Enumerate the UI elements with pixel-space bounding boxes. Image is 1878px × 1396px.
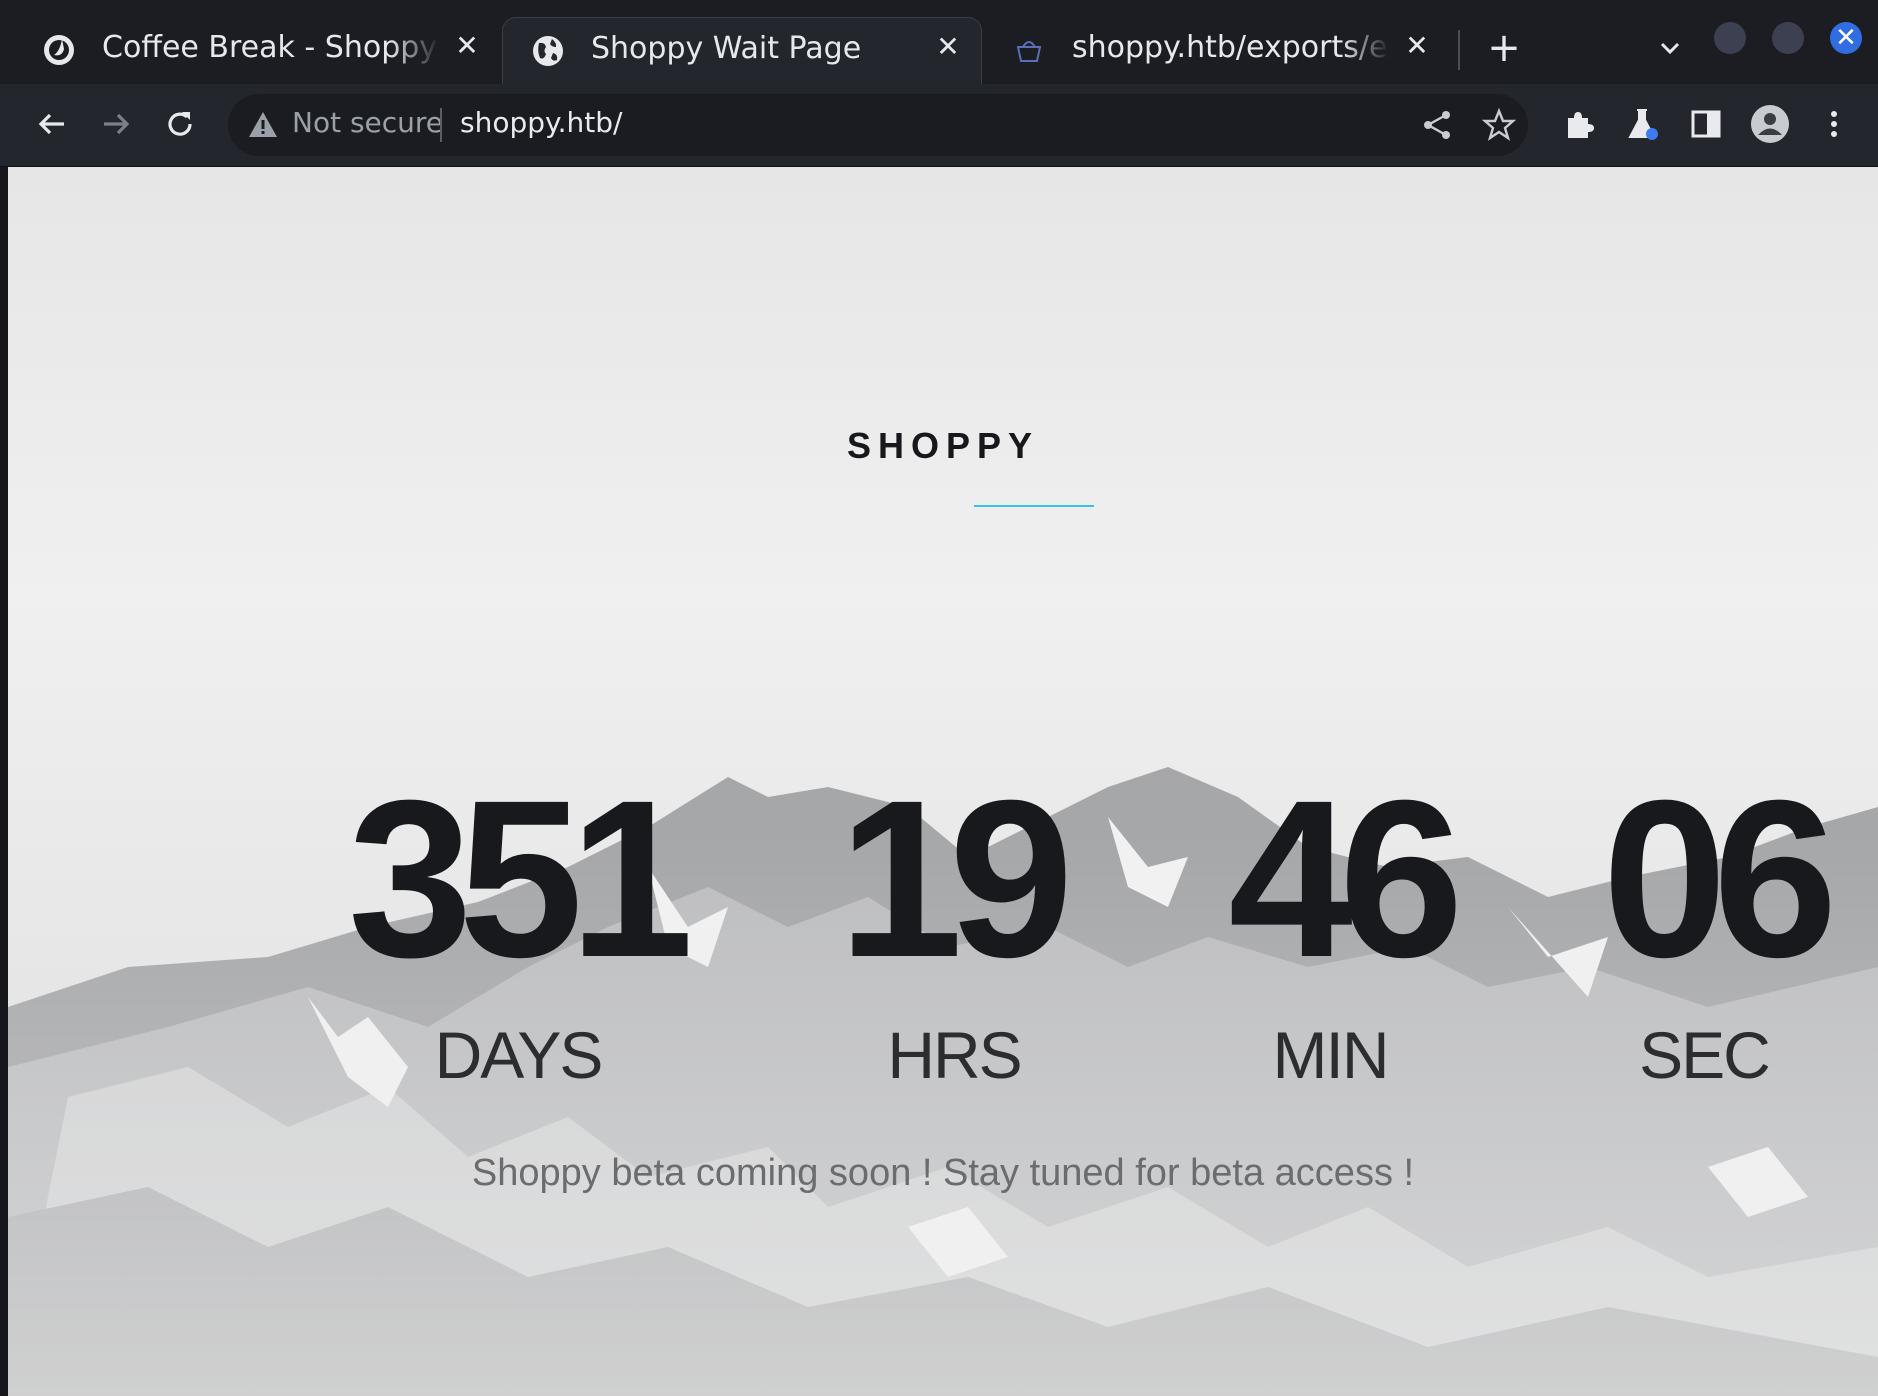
warning-icon[interactable] [246, 108, 280, 142]
profile-avatar-icon[interactable] [1750, 104, 1790, 144]
close-icon[interactable]: ✕ [933, 32, 963, 62]
labs-flask-icon[interactable] [1622, 104, 1662, 144]
countdown-seconds-label: SEC [1639, 1018, 1771, 1092]
reload-icon[interactable] [160, 104, 200, 144]
tab-separator [1458, 30, 1460, 70]
beta-tagline: Shoppy beta coming soon ! Stay tuned for… [471, 1152, 1415, 1194]
mattermost-icon [42, 33, 76, 67]
brand-title: SHOPPY [846, 425, 1040, 466]
tab-shoppy-exports[interactable]: shoppy.htb/exports/expor ✕ [984, 17, 1450, 84]
share-icon[interactable] [1418, 106, 1456, 144]
countdown-minutes-label: MIN [1272, 1018, 1390, 1092]
tab-title: Shoppy Wait Page [591, 31, 862, 66]
forward-arrow-icon[interactable] [96, 104, 136, 144]
bookmark-star-icon[interactable] [1480, 106, 1518, 144]
shoppy-favicon-icon [1012, 33, 1046, 67]
tab-title: Coffee Break - Shoppy Ma [102, 30, 440, 65]
url-text[interactable]: shoppy.htb/ [460, 106, 622, 139]
countdown-hours-label: HRS [887, 1018, 1022, 1092]
countdown-days-label: DAYS [434, 1018, 604, 1092]
close-icon[interactable]: ✕ [452, 31, 482, 61]
side-panel-icon[interactable] [1686, 104, 1726, 144]
browser-toolbar: Not secure shoppy.htb/ [0, 84, 1878, 167]
security-status[interactable]: Not secure [292, 106, 443, 139]
minimize-button[interactable] [1714, 22, 1746, 54]
chevron-down-icon[interactable] [1652, 34, 1688, 64]
countdown-minutes-value: 46 [1228, 754, 1463, 1004]
back-arrow-icon[interactable] [32, 104, 72, 144]
tab-coffee-break[interactable]: Coffee Break - Shoppy Ma ✕ [14, 17, 500, 84]
brand-underline [974, 505, 1094, 507]
countdown-hours-value: 19 [838, 754, 1073, 1004]
countdown-seconds-value: 06 [1602, 754, 1837, 1004]
tab-strip: Coffee Break - Shoppy Ma ✕ Shoppy Wait P… [0, 0, 1878, 84]
window-close-button[interactable]: ✕ [1830, 22, 1862, 54]
close-icon[interactable]: ✕ [1402, 31, 1432, 61]
countdown-days-value: 351 [348, 754, 694, 1004]
kebab-menu-icon[interactable] [1814, 104, 1854, 144]
page-viewport: SHOPPY 351 DAYS 19 HRS 46 MIN 06 SEC Sho… [8, 167, 1878, 1396]
globe-icon [531, 34, 565, 68]
tab-title: shoppy.htb/exports/expor [1072, 30, 1390, 65]
tab-shoppy-wait-page[interactable]: Shoppy Wait Page ✕ [502, 17, 982, 84]
extensions-puzzle-icon[interactable] [1558, 104, 1598, 144]
address-divider [440, 108, 442, 142]
address-bar[interactable]: Not secure shoppy.htb/ [228, 94, 1528, 156]
new-tab-button[interactable]: + [1484, 28, 1524, 68]
maximize-button[interactable] [1772, 22, 1804, 54]
